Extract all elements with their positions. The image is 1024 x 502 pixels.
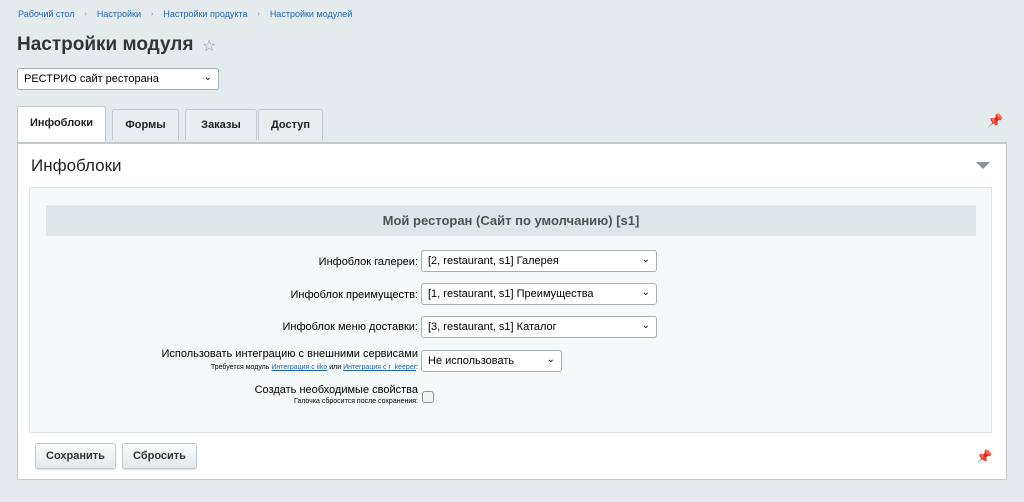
tab-infoblocks[interactable]: Инфоблоки — [17, 106, 106, 142]
section-header: Мой ресторан (Сайт по умолчанию) [s1] — [46, 205, 976, 236]
reset-button[interactable]: Сбросить — [122, 443, 197, 469]
breadcrumb-item-settings[interactable]: Настройки — [97, 9, 141, 19]
settings-form: Мой ресторан (Сайт по умолчанию) [s1] Ин… — [29, 187, 992, 433]
delivery-select[interactable]: [3, restaurant, s1] Каталог ⌄ — [421, 316, 657, 338]
chevron-down-icon: ⌄ — [641, 254, 650, 265]
tab-forms[interactable]: Формы — [112, 109, 179, 140]
chevron-down-icon: ⌄ — [546, 354, 555, 365]
create-props-label-block: Создать необходимые свойства Галочка сбр… — [255, 384, 418, 408]
gallery-select-value: [2, restaurant, s1] Галерея — [428, 255, 559, 267]
delivery-label: Инфоблок меню доставки: — [282, 321, 418, 333]
tab-access[interactable]: Доступ — [258, 109, 323, 140]
gallery-select[interactable]: [2, restaurant, s1] Галерея ⌄ — [421, 250, 657, 272]
site-select[interactable]: РЕСТРИО сайт ресторана ⌄ — [17, 68, 219, 90]
triangle-down-icon[interactable] — [976, 162, 990, 169]
integration-label-block: Использовать интеграцию с внешними серви… — [161, 348, 418, 374]
integration-hint-prefix: Требуется модуль — [210, 364, 270, 371]
breadcrumb-item-desktop[interactable]: Рабочий стол — [18, 9, 75, 19]
integration-hint: Требуется модуль Интеграция с iiko или И… — [161, 361, 418, 374]
integration-select-value: Не использовать — [428, 355, 515, 367]
panel-title: Инфоблоки — [31, 156, 122, 175]
create-props-hint: Галочка сбросится после сохранения: — [293, 398, 418, 405]
advantages-label: Инфоблок преимуществ: — [290, 289, 419, 301]
delivery-select-value: [3, restaurant, s1] Каталог — [428, 321, 557, 333]
integration-hint-or: или — [329, 364, 342, 371]
pin-icon[interactable]: 📌 — [976, 449, 992, 465]
star-icon[interactable]: ☆ — [202, 36, 216, 56]
integration-select[interactable]: Не использовать ⌄ — [421, 350, 562, 372]
integration-label: Использовать интеграцию с внешними серви… — [161, 348, 418, 360]
breadcrumb-item-module-settings[interactable]: Настройки модулей — [270, 9, 352, 19]
tab-orders[interactable]: Заказы — [185, 109, 257, 140]
create-props-label: Создать необходимые свойства — [254, 384, 418, 396]
breadcrumb: Рабочий стол › Настройки › Настройки продукт… — [18, 9, 352, 19]
advantages-select[interactable]: [1, restaurant, s1] Преимущества ⌄ — [421, 283, 657, 305]
breadcrumb-separator-icon: › — [257, 11, 260, 18]
advantages-select-value: [1, restaurant, s1] Преимущества — [428, 288, 594, 300]
save-button[interactable]: Сохранить — [35, 443, 116, 469]
create-props-checkbox[interactable] — [422, 391, 434, 403]
chevron-down-icon: ⌄ — [641, 287, 650, 298]
iiko-integration-link[interactable]: Интеграция с iiko — [271, 364, 327, 371]
chevron-down-icon: ⌄ — [203, 72, 212, 83]
page-title: Настройки модуля — [17, 34, 194, 55]
breadcrumb-separator-icon: › — [84, 11, 87, 18]
infoblocks-panel: Инфоблоки Мой ресторан (Сайт по умолчани… — [17, 142, 1007, 480]
gallery-label: Инфоблок галереи: — [318, 256, 418, 268]
pin-icon[interactable]: 📌 — [987, 113, 1003, 129]
integration-hint-suffix: : — [416, 364, 418, 371]
site-select-value: РЕСТРИО сайт ресторана — [24, 73, 159, 85]
breadcrumb-item-product-settings[interactable]: Настройки продукта — [163, 9, 247, 19]
chevron-down-icon: ⌄ — [641, 320, 650, 331]
breadcrumb-separator-icon: › — [150, 11, 154, 18]
rkeeper-integration-link[interactable]: Интеграция с r_keeper — [343, 364, 416, 371]
